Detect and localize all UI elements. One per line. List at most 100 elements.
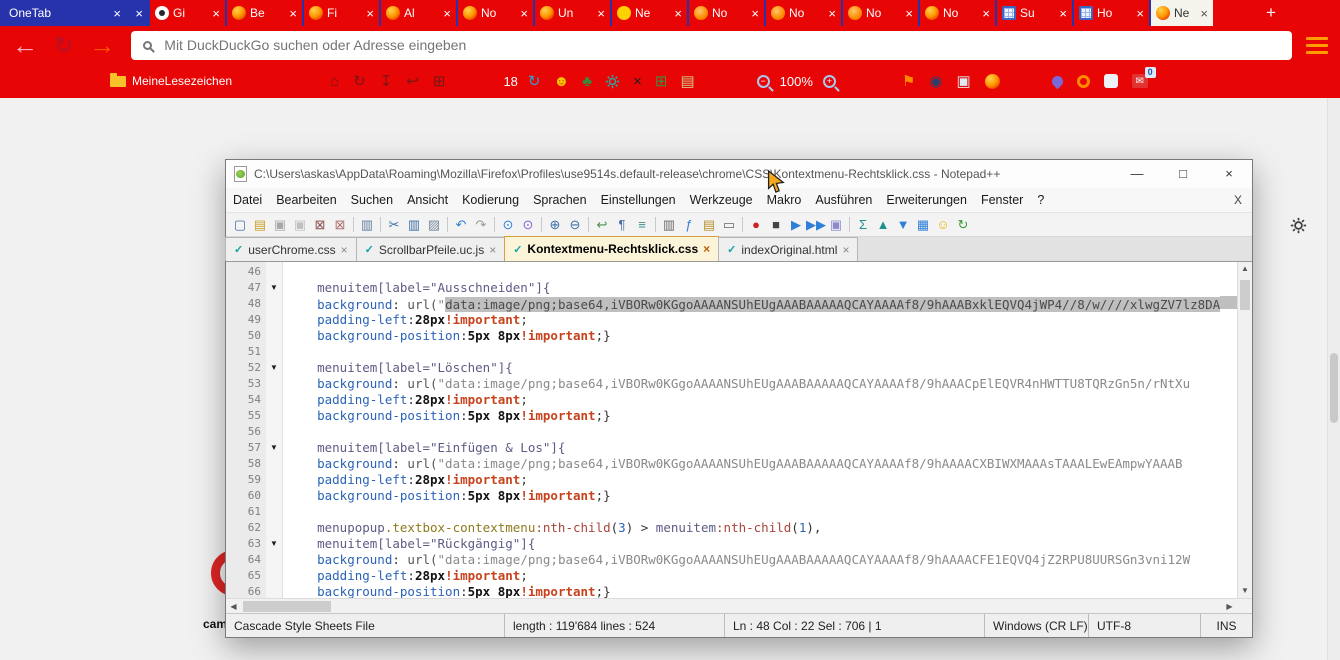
tab-close-icon[interactable]: ×: [1059, 7, 1067, 20]
stop-macro-icon[interactable]: ■: [766, 218, 786, 231]
menu-item[interactable]: Suchen: [344, 193, 400, 207]
menu-button[interactable]: [1306, 37, 1328, 54]
tab-close-icon[interactable]: ×: [751, 7, 759, 20]
scroll-left-icon[interactable]: ◀: [226, 602, 241, 611]
tab-close-icon[interactable]: ×: [135, 7, 143, 20]
download-icon[interactable]: ↧: [380, 74, 393, 89]
reload-icon[interactable]: ↻: [353, 74, 366, 89]
close-box-icon[interactable]: ×: [633, 74, 642, 89]
grid-color-icon[interactable]: ⊞: [655, 74, 668, 89]
code-line[interactable]: menuitem[label="Ausschneiden"]{: [287, 280, 1237, 296]
menu-item[interactable]: Fenster: [974, 193, 1030, 207]
bookmark-flag-icon[interactable]: ⚑: [902, 74, 915, 89]
firefox-icon[interactable]: [985, 74, 1000, 89]
tab-close-icon[interactable]: ×: [443, 7, 451, 20]
tab-close-icon[interactable]: ×: [674, 7, 682, 20]
home-icon[interactable]: ⌂: [330, 74, 339, 89]
zoom-in-icon[interactable]: ⊕: [545, 218, 565, 231]
sync-icon[interactable]: ↻: [528, 74, 541, 89]
url-bar[interactable]: [131, 31, 1292, 60]
doc-map-icon[interactable]: ▥: [659, 218, 679, 231]
zoom-in-icon[interactable]: +: [823, 75, 836, 88]
doc-tab-close-icon[interactable]: ×: [341, 243, 348, 257]
code-line[interactable]: menuitem[label="Einfügen & Los"]{: [287, 440, 1237, 456]
browser-tab[interactable]: Ne×: [1149, 0, 1213, 26]
tab-close-icon[interactable]: ×: [982, 7, 990, 20]
word-wrap-icon[interactable]: ↩: [592, 218, 612, 231]
code-line[interactable]: background-position:5px 8px!important;}: [287, 584, 1237, 598]
mail-icon[interactable]: ✉0: [1132, 74, 1148, 88]
tab-close-icon[interactable]: ×: [597, 7, 605, 20]
code-line[interactable]: [287, 264, 1237, 280]
grid-icon[interactable]: ⊞: [433, 74, 446, 89]
browser-tab[interactable]: No×: [687, 0, 764, 26]
browser-tab[interactable]: Ne×: [610, 0, 687, 26]
close-all-icon[interactable]: ⊠: [330, 218, 350, 231]
find-icon[interactable]: ⊙: [498, 218, 518, 231]
browser-tab[interactable]: Be×: [225, 0, 302, 26]
scroll-right-icon[interactable]: ▶: [1222, 602, 1237, 611]
tab-close-icon[interactable]: ×: [828, 7, 836, 20]
save-icon[interactable]: ▣: [956, 74, 970, 89]
menu-item[interactable]: Werkzeuge: [683, 193, 760, 207]
code-line[interactable]: menupopup.textbox-contextmenu:nth-child(…: [287, 520, 1237, 536]
doc-tab-close-icon[interactable]: ×: [842, 243, 849, 257]
print-icon[interactable]: ▥: [357, 218, 377, 231]
status-insert-mode[interactable]: INS: [1200, 614, 1252, 637]
redo-icon[interactable]: ↷: [471, 218, 491, 231]
code-line[interactable]: background: url("data:image/png;base64,i…: [287, 456, 1237, 472]
browser-tab[interactable]: No×: [918, 0, 995, 26]
code-line[interactable]: menuitem[label="Rückgängig"]{: [287, 536, 1237, 552]
run-multi-icon[interactable]: ▶▶: [806, 218, 826, 231]
browser-tab[interactable]: Su×: [995, 0, 1072, 26]
code-line[interactable]: background-position:5px 8px!important;}: [287, 408, 1237, 424]
fold-marker[interactable]: ▼: [266, 536, 282, 552]
browser-tab[interactable]: No×: [764, 0, 841, 26]
menu-item[interactable]: Kodierung: [455, 193, 526, 207]
globe-icon[interactable]: ◉: [929, 74, 942, 89]
sort-asc-icon[interactable]: ▲: [873, 218, 893, 231]
search-input[interactable]: [164, 37, 1292, 53]
browser-tab[interactable]: No×: [456, 0, 533, 26]
tab-close-icon[interactable]: ×: [212, 7, 220, 20]
code-line[interactable]: background-position:5px 8px!important;}: [287, 488, 1237, 504]
play-macro-icon[interactable]: ▶: [786, 218, 806, 231]
cut-icon[interactable]: ✂: [384, 218, 404, 231]
tab-close-icon[interactable]: ×: [520, 7, 528, 20]
doc-tab[interactable]: ✓indexOriginal.html×: [718, 237, 858, 261]
doc-tab-close-icon[interactable]: ×: [489, 243, 496, 257]
new-file-icon[interactable]: ▢: [230, 218, 250, 231]
browser-tab[interactable]: ×: [126, 0, 148, 26]
recycle-icon[interactable]: ↻: [953, 218, 973, 231]
menu-item[interactable]: Ausführen: [808, 193, 879, 207]
menu-item[interactable]: Erweiterungen: [879, 193, 974, 207]
ring-icon[interactable]: [1077, 75, 1090, 88]
code-line[interactable]: padding-left:28px!important;: [287, 312, 1237, 328]
zoom-out-icon[interactable]: −: [757, 75, 770, 88]
maximize-button[interactable]: □: [1160, 160, 1206, 188]
code-line[interactable]: padding-left:28px!important;: [287, 472, 1237, 488]
copy-icon[interactable]: ▥: [404, 218, 424, 231]
save-all-icon[interactable]: ▣: [290, 218, 310, 231]
folder-workspace-icon[interactable]: ▤: [699, 218, 719, 231]
code-line[interactable]: [287, 424, 1237, 440]
code-line[interactable]: background: url("data:image/png;base64,i…: [287, 296, 1237, 312]
doc-close-icon[interactable]: X: [1234, 193, 1252, 207]
scroll-up-icon[interactable]: ▲: [1238, 262, 1252, 276]
close-button[interactable]: ×: [1206, 160, 1252, 188]
record-macro-icon[interactable]: ●: [746, 218, 766, 231]
editor-vscrollbar[interactable]: ▲ ▼: [1237, 262, 1252, 598]
grid-icon[interactable]: ▦: [913, 218, 933, 231]
smiley-icon[interactable]: ☺: [933, 218, 953, 231]
zoom-out-icon[interactable]: ⊖: [565, 218, 585, 231]
page-settings-gear-icon[interactable]: [1290, 217, 1307, 234]
menu-item[interactable]: Ansicht: [400, 193, 455, 207]
show-all-chars-icon[interactable]: ¶: [612, 218, 632, 231]
fold-marker[interactable]: ▼: [266, 280, 282, 296]
code-line[interactable]: background: url("data:image/png;base64,i…: [287, 376, 1237, 392]
indent-guide-icon[interactable]: ≡: [632, 218, 652, 231]
doc-tab[interactable]: ✓ScrollbarPfeile.uc.js×: [356, 237, 506, 261]
hscroll-track[interactable]: [241, 599, 1222, 614]
browser-tab[interactable]: Ho×: [1072, 0, 1149, 26]
tab-close-icon[interactable]: ×: [366, 7, 374, 20]
